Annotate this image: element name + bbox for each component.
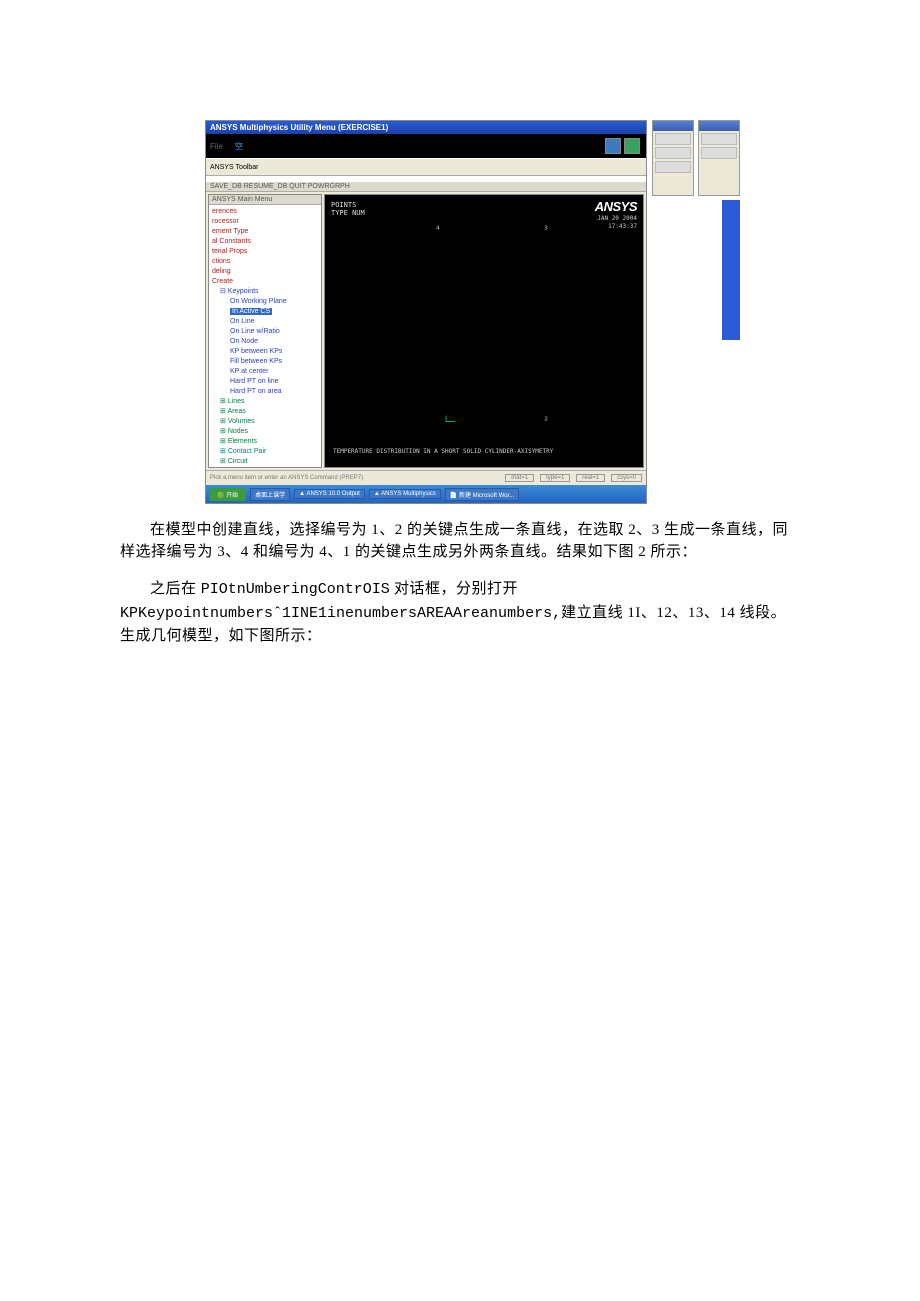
gfx-points-label: POINTS (331, 201, 637, 209)
tree-kp-item[interactable]: Hard PT on area (210, 387, 320, 397)
tree-item[interactable]: rocessor (210, 217, 320, 227)
taskbar-item[interactable]: 桌面上课学 (250, 488, 290, 501)
tree-areas[interactable]: ⊞ Areas (210, 407, 320, 417)
paragraph-2: 之后在 PIOtnUmberingContrOIS 对话框，分别打开 (120, 578, 800, 601)
tree-create[interactable]: Create (210, 277, 320, 287)
tree-circuit[interactable]: ⊞ Circuit (210, 457, 320, 467)
tree-kp-item[interactable]: On Working Plane (210, 297, 320, 307)
cmd-status: real=1 (576, 474, 605, 482)
cmd-prompt: Pick a menu item or enter an ANSYS Comma… (210, 475, 363, 481)
tree-item[interactable]: ement Type (210, 227, 320, 237)
vertical-tab (722, 200, 740, 340)
ansys-window: ANSYS Multiphysics Utility Menu (EXERCIS… (205, 120, 647, 504)
ansys-screenshot: ANSYS Multiphysics Utility Menu (EXERCIS… (205, 120, 740, 504)
menu-blank[interactable]: 空 (235, 141, 243, 152)
keypoint-3: ³ (543, 225, 549, 236)
palette-1 (652, 120, 694, 196)
menubar[interactable]: File 空 (206, 134, 646, 158)
tree-lines[interactable]: ⊞ Lines (210, 397, 320, 407)
toolbar-buttons[interactable]: SAVE_DB RESUME_DB QUIT POWRGRPH (206, 182, 646, 192)
tree-kp-item[interactable]: On Node (210, 337, 320, 347)
menu-file[interactable]: File (210, 142, 223, 151)
tree-contact[interactable]: ⊞ Contact Pair (210, 447, 320, 457)
cmd-status: mat=1 (505, 474, 534, 482)
graphics-window[interactable]: POINTS TYPE NUM ANSYS JAN 20 2004 17:43:… (324, 194, 644, 468)
cmd-status: type=1 (540, 474, 570, 482)
paragraph-1: 在模型中创建直线，选择编号为 1、2 的关键点生成一条直线，在选取 2、3 生成… (120, 519, 800, 563)
tree-kp-item[interactable]: On Line (210, 317, 320, 327)
command-line[interactable]: Pick a menu item or enter an ANSYS Comma… (206, 470, 646, 485)
main-menu-title: ANSYS Main Menu (209, 195, 321, 205)
floating-palettes (652, 120, 740, 196)
main-menu-panel[interactable]: ANSYS Main Menu erences rocessor ement T… (208, 194, 322, 468)
tree-item[interactable]: deling (210, 267, 320, 277)
ansys-toolbar-label: ANSYS Toolbar (206, 158, 646, 176)
tree-item[interactable]: erences (210, 207, 320, 217)
tree-keypoints[interactable]: ⊟ Keypoints (210, 287, 320, 297)
keypoint-2: ² (543, 416, 549, 427)
work-area: ANSYS Main Menu erences rocessor ement T… (206, 192, 646, 470)
windows-taskbar[interactable]: 🟢 开始 桌面上课学 ▲ ANSYS 10.0 Output ▲ ANSYS M… (206, 485, 646, 503)
taskbar-item[interactable]: ▲ ANSYS 10.0 Output (294, 489, 365, 499)
taskbar-item[interactable]: ▲ ANSYS Multiphysics (369, 489, 441, 499)
toolbar-icon[interactable] (624, 138, 640, 154)
gfx-bottom-note: TEMPERATURE DISTRIBUTION IN A SHORT SOLI… (333, 448, 553, 455)
tree-transducers[interactable]: ⊞ Transducers (210, 467, 320, 468)
keypoint-4: ⁴ (435, 225, 441, 236)
toolbar-icon[interactable] (605, 138, 621, 154)
paragraph-3: KPKeypointnumbersˆ1INE1inenumbersAREAAre… (120, 602, 800, 647)
tree-kp-item[interactable]: Hard PT on line (210, 377, 320, 387)
taskbar-item[interactable]: 📄 新建 Microsoft Wor... (445, 488, 519, 501)
tree-nodes[interactable]: ⊞ Nodes (210, 427, 320, 437)
tree-item[interactable]: ctions (210, 257, 320, 267)
start-button[interactable]: 🟢 开始 (209, 488, 246, 501)
tree-volumes[interactable]: ⊞ Volumes (210, 417, 320, 427)
gfx-typenum-label: TYPE NUM (331, 209, 637, 217)
cmd-status: csys=0 (611, 474, 642, 482)
tree-kp-item[interactable]: On Line w/Ratio (210, 327, 320, 337)
palette-2 (698, 120, 740, 196)
tree-kp-active[interactable]: In Active CS (230, 308, 272, 315)
tree-kp-item[interactable]: KP between KPs (210, 347, 320, 357)
tree-kp-item[interactable]: KP at center (210, 367, 320, 377)
ansys-logo: ANSYS (595, 199, 637, 214)
tree-elements[interactable]: ⊞ Elements (210, 437, 320, 447)
coord-triad-icon: └─ (443, 419, 455, 427)
tree-item[interactable]: al Constants (210, 237, 320, 247)
tree-item[interactable]: terial Props (210, 247, 320, 257)
window-titlebar: ANSYS Multiphysics Utility Menu (EXERCIS… (206, 121, 646, 134)
gfx-date: JAN 20 2004 17:43:37 (597, 215, 637, 231)
tree-kp-item[interactable]: Fill between KPs (210, 357, 320, 367)
